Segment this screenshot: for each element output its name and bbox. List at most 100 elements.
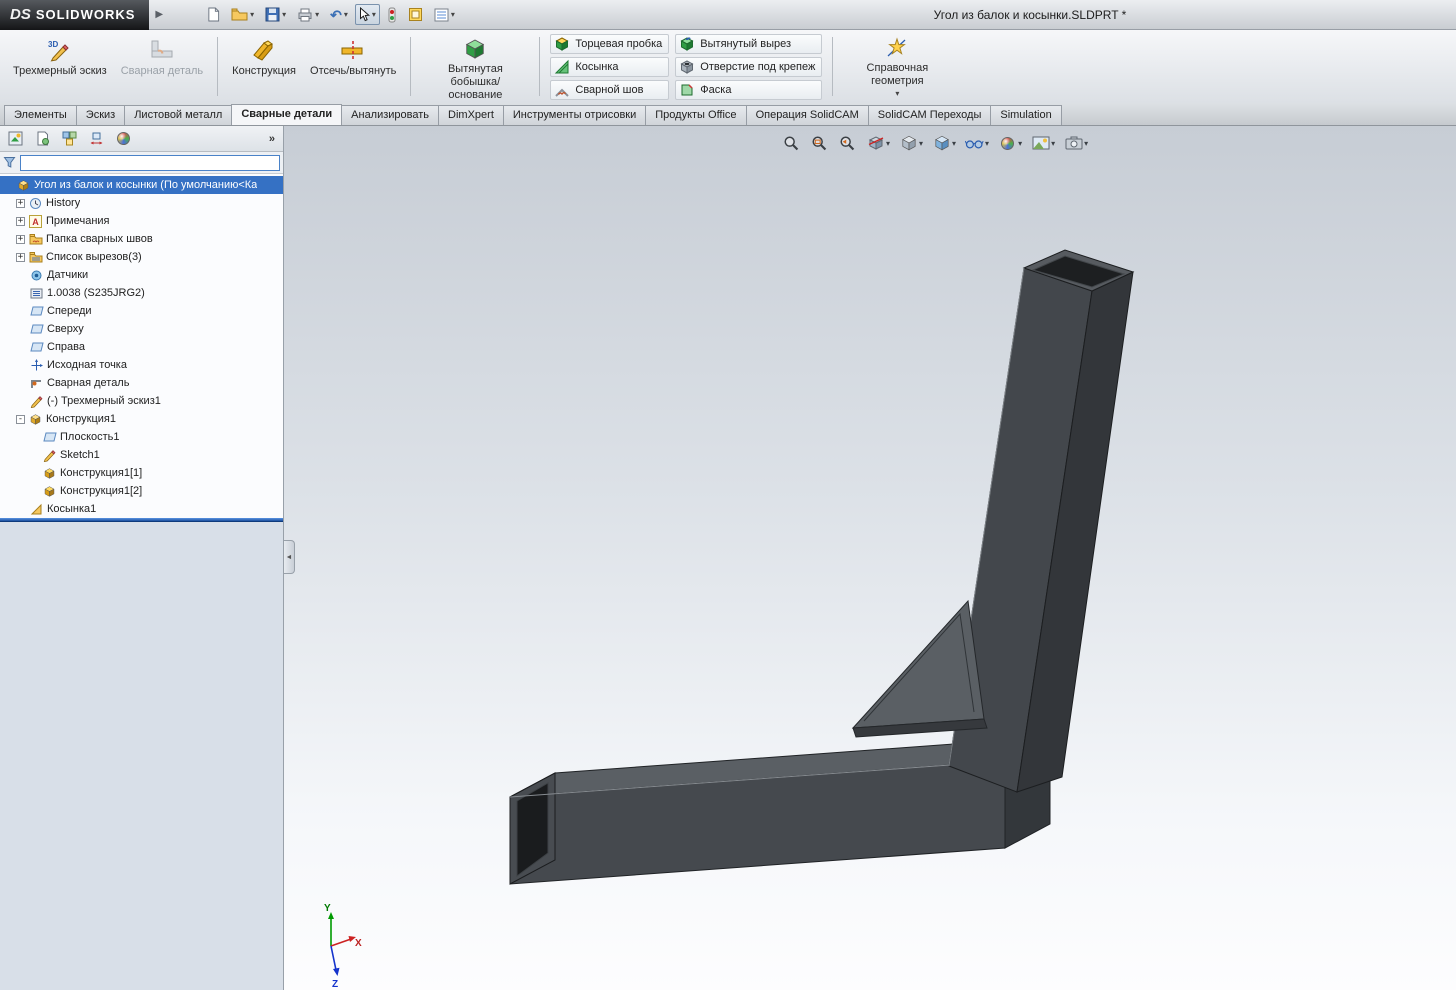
command-tab[interactable]: Эскиз xyxy=(75,105,126,125)
reference-geometry-dropdown-icon[interactable]: ▾ xyxy=(895,89,899,98)
panel-overflow-button[interactable]: » xyxy=(269,133,278,145)
tree-item[interactable]: Косынка1 xyxy=(0,500,283,518)
reference-geometry-button[interactable]: Справочная геометрия ▾ xyxy=(840,32,954,101)
sketch3d-button[interactable]: 3D Трехмерный эскиз xyxy=(6,32,114,101)
weld-bead-button[interactable]: Сварной шов xyxy=(550,79,670,100)
new-document-button[interactable] xyxy=(203,4,224,25)
display-style-dropdown-icon[interactable]: ▾ xyxy=(952,139,956,148)
apply-scene-dropdown-icon[interactable]: ▾ xyxy=(1051,139,1055,148)
sensors-icon xyxy=(29,268,44,282)
apply-scene-button[interactable]: ▾ xyxy=(1029,133,1057,153)
tree-item[interactable]: Конструкция1[2] xyxy=(0,482,283,500)
tree-item-label: Датчики xyxy=(47,269,89,281)
hide-show-items-button[interactable]: ▾ xyxy=(963,133,991,153)
open-icon xyxy=(231,8,248,21)
panel-collapse-handle[interactable]: ◄ xyxy=(284,540,295,574)
view-settings-button[interactable]: ▾ xyxy=(1062,133,1090,153)
tree-item[interactable]: Спереди xyxy=(0,302,283,320)
open-dropdown-icon[interactable]: ▾ xyxy=(250,10,254,19)
menu-expand-icon[interactable]: ▶ xyxy=(155,9,163,20)
tree-item[interactable]: (-) Трехмерный эскиз1 xyxy=(0,392,283,410)
structural-member-button[interactable]: Конструкция xyxy=(225,32,303,101)
save-dropdown-icon[interactable]: ▾ xyxy=(282,10,286,19)
gusset-plate[interactable] xyxy=(851,599,988,738)
tree-expander-icon[interactable]: - xyxy=(16,414,25,424)
print-dropdown-icon[interactable]: ▾ xyxy=(315,10,319,19)
command-tab[interactable]: Операция SolidCAM xyxy=(745,105,869,125)
tree-filter-input[interactable] xyxy=(20,154,280,171)
section-view-button[interactable]: ▾ xyxy=(864,133,892,153)
zoom-to-area-button[interactable] xyxy=(808,133,831,153)
tree-item[interactable]: + Список вырезов(3) xyxy=(0,248,283,266)
trim-extend-button[interactable]: Отсечь/вытянуть xyxy=(303,32,403,101)
edit-appearance-dropdown-icon[interactable]: ▾ xyxy=(1018,139,1022,148)
ref-plane-icon xyxy=(42,430,57,444)
command-tab[interactable]: Анализировать xyxy=(341,105,440,125)
ribbon-group-separator xyxy=(539,37,541,96)
tree-expander-icon[interactable]: + xyxy=(16,198,25,208)
model-3d-view[interactable]: Y X Z xyxy=(284,126,1456,990)
displaymanager-tab-button[interactable] xyxy=(113,129,133,149)
command-tab[interactable]: SolidCAM Переходы xyxy=(867,105,992,125)
options-button[interactable] xyxy=(404,4,427,25)
command-tab[interactable]: Инструменты отрисовки xyxy=(502,105,647,125)
hole-wizard-button[interactable]: Отверстие под крепеж xyxy=(675,56,823,77)
command-tab[interactable]: Simulation xyxy=(990,105,1062,125)
tree-item[interactable]: Датчики xyxy=(0,266,283,284)
tree-item[interactable]: 1.0038 (S235JRG2) xyxy=(0,284,283,302)
end-cap-button[interactable]: Торцевая пробка xyxy=(550,33,670,54)
extrude-boss-button[interactable]: Вытянутая бобышка/основание xyxy=(418,32,532,101)
displaymanager-tab-icon xyxy=(115,131,131,147)
select-button[interactable]: ▾ xyxy=(354,4,380,25)
tree-item[interactable]: Справа xyxy=(0,338,283,356)
section-view-icon xyxy=(866,134,885,152)
save-button[interactable]: ▾ xyxy=(261,4,290,25)
propertymanager-tab-button[interactable] xyxy=(32,129,52,149)
tree-item[interactable]: Плоскость1 xyxy=(0,428,283,446)
task-pane-dropdown-icon[interactable]: ▾ xyxy=(451,10,455,19)
tree-expander-icon[interactable]: + xyxy=(16,216,25,226)
configurationmanager-tab-button[interactable] xyxy=(59,129,79,149)
hide-show-items-dropdown-icon[interactable]: ▾ xyxy=(985,139,989,148)
previous-view-button[interactable] xyxy=(836,133,859,153)
tree-item[interactable]: + Папка сварных швов xyxy=(0,230,283,248)
gusset-button[interactable]: Косынка xyxy=(550,56,670,77)
tree-item[interactable]: Сварная деталь xyxy=(0,374,283,392)
open-button[interactable]: ▾ xyxy=(227,5,258,24)
tree-item[interactable]: + History xyxy=(0,194,283,212)
gusset-face[interactable] xyxy=(851,599,985,729)
command-tab[interactable]: DimXpert xyxy=(438,105,504,125)
task-pane-button[interactable]: ▾ xyxy=(430,5,459,25)
command-tab[interactable]: Элементы xyxy=(4,105,77,125)
view-orientation-button[interactable]: ▾ xyxy=(897,133,925,153)
print-button[interactable]: ▾ xyxy=(293,5,323,25)
edit-appearance-button[interactable]: ▾ xyxy=(996,133,1024,153)
graphics-viewport[interactable]: Y X Z ▾ ▾ ▾ ▾ ▾ ▾ ▾ ◄ xyxy=(284,126,1456,990)
featuremanager-tab-button[interactable] xyxy=(5,129,25,149)
section-view-dropdown-icon[interactable]: ▾ xyxy=(886,139,890,148)
dimxpertmanager-tab-button[interactable] xyxy=(86,129,106,149)
select-dropdown-icon[interactable]: ▾ xyxy=(372,10,376,19)
command-tab[interactable]: Продукты Office xyxy=(645,105,747,125)
tree-item[interactable]: Конструкция1[1] xyxy=(0,464,283,482)
view-settings-dropdown-icon[interactable]: ▾ xyxy=(1084,139,1088,148)
view-orientation-dropdown-icon[interactable]: ▾ xyxy=(919,139,923,148)
extruded-cut-button[interactable]: Вытянутый вырез xyxy=(675,33,823,54)
tree-item[interactable]: - Конструкция1 xyxy=(0,410,283,428)
tree-item[interactable]: Угол из балок и косынки (По умолчанию<Ка xyxy=(0,176,283,194)
ribbon-group-separator xyxy=(410,37,412,96)
command-tab[interactable]: Листовой металл xyxy=(124,105,233,125)
display-style-button[interactable]: ▾ xyxy=(930,133,958,153)
undo-dropdown-icon[interactable]: ▾ xyxy=(344,10,348,19)
tree-item[interactable]: + A Примечания xyxy=(0,212,283,230)
zoom-to-fit-button[interactable] xyxy=(780,133,803,153)
tree-expander-icon[interactable]: + xyxy=(16,234,25,244)
rebuild-button[interactable] xyxy=(383,4,401,26)
command-tab[interactable]: Сварные детали xyxy=(231,104,343,125)
tree-item[interactable]: Исходная точка xyxy=(0,356,283,374)
chamfer-button[interactable]: Фаска xyxy=(675,79,823,100)
tree-expander-icon[interactable]: + xyxy=(16,252,25,262)
tree-item[interactable]: Sketch1 xyxy=(0,446,283,464)
undo-button[interactable]: ↶ ▾ xyxy=(326,5,352,25)
tree-item[interactable]: Сверху xyxy=(0,320,283,338)
